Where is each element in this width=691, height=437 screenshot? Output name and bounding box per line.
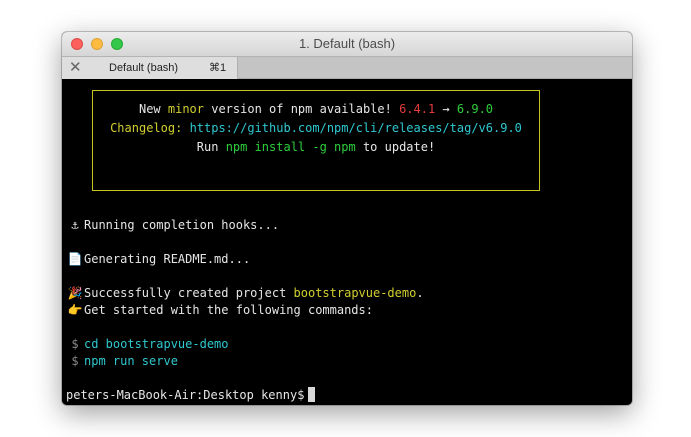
party-popper-icon: 🎉 xyxy=(67,286,83,300)
close-tab-icon[interactable]: ✕ xyxy=(69,58,82,78)
terminal-output[interactable]: New minor version of npm available! 6.4.… xyxy=(62,79,632,405)
zoom-window-button[interactable] xyxy=(111,38,123,50)
notice-line-changelog: Changelog: https://github.com/npm/cli/re… xyxy=(110,121,522,135)
command-line-2: $ npm run serve xyxy=(71,354,178,368)
tab-label: Default (bash) xyxy=(109,62,179,74)
changelog-link[interactable]: https://github.com/npm/cli/releases/tag/… xyxy=(190,121,522,135)
npm-update-notice: New minor version of npm available! 6.4.… xyxy=(92,90,540,191)
window-title: 1. Default (bash) xyxy=(298,36,396,51)
tab-shortcut: ⌘1 xyxy=(209,62,227,74)
anchor-icon: ⚓ xyxy=(71,218,79,232)
minimize-window-button[interactable] xyxy=(91,38,103,50)
tab-default-bash[interactable]: ✕ Default (bash) ⌘1 xyxy=(62,57,238,79)
document-icon: 📄 xyxy=(67,252,83,266)
prompt-text: peters-MacBook-Air:Desktop kenny$ xyxy=(66,388,305,402)
line-get-started: 👉 Get started with the following commands… xyxy=(67,303,373,317)
line-generating-readme: 📄 Generating README.md... xyxy=(67,252,251,266)
text-cursor xyxy=(308,387,316,402)
line-completion-hooks: ⚓ Running completion hooks... xyxy=(66,218,279,232)
close-window-button[interactable] xyxy=(71,38,83,50)
notice-line-version: New minor version of npm available! 6.4.… xyxy=(138,102,494,116)
terminal-window: 1. Default (bash) ✕ Default (bash) ⌘1 Ne… xyxy=(62,32,632,405)
notice-line-run: Run npm install -g npm to update! xyxy=(196,140,436,154)
command-line-1: $ cd bootstrapvue-demo xyxy=(71,337,229,351)
line-success: 🎉 Successfully created project bootstrapv… xyxy=(67,286,424,300)
tab-bar: ✕ Default (bash) ⌘1 xyxy=(62,56,632,79)
project-name: bootstrapvue-demo xyxy=(293,286,417,300)
shell-prompt[interactable]: peters-MacBook-Air:Desktop kenny$ xyxy=(66,387,316,402)
pointing-hand-icon: 👉 xyxy=(67,303,83,317)
title-bar[interactable]: 1. Default (bash) xyxy=(62,32,632,56)
